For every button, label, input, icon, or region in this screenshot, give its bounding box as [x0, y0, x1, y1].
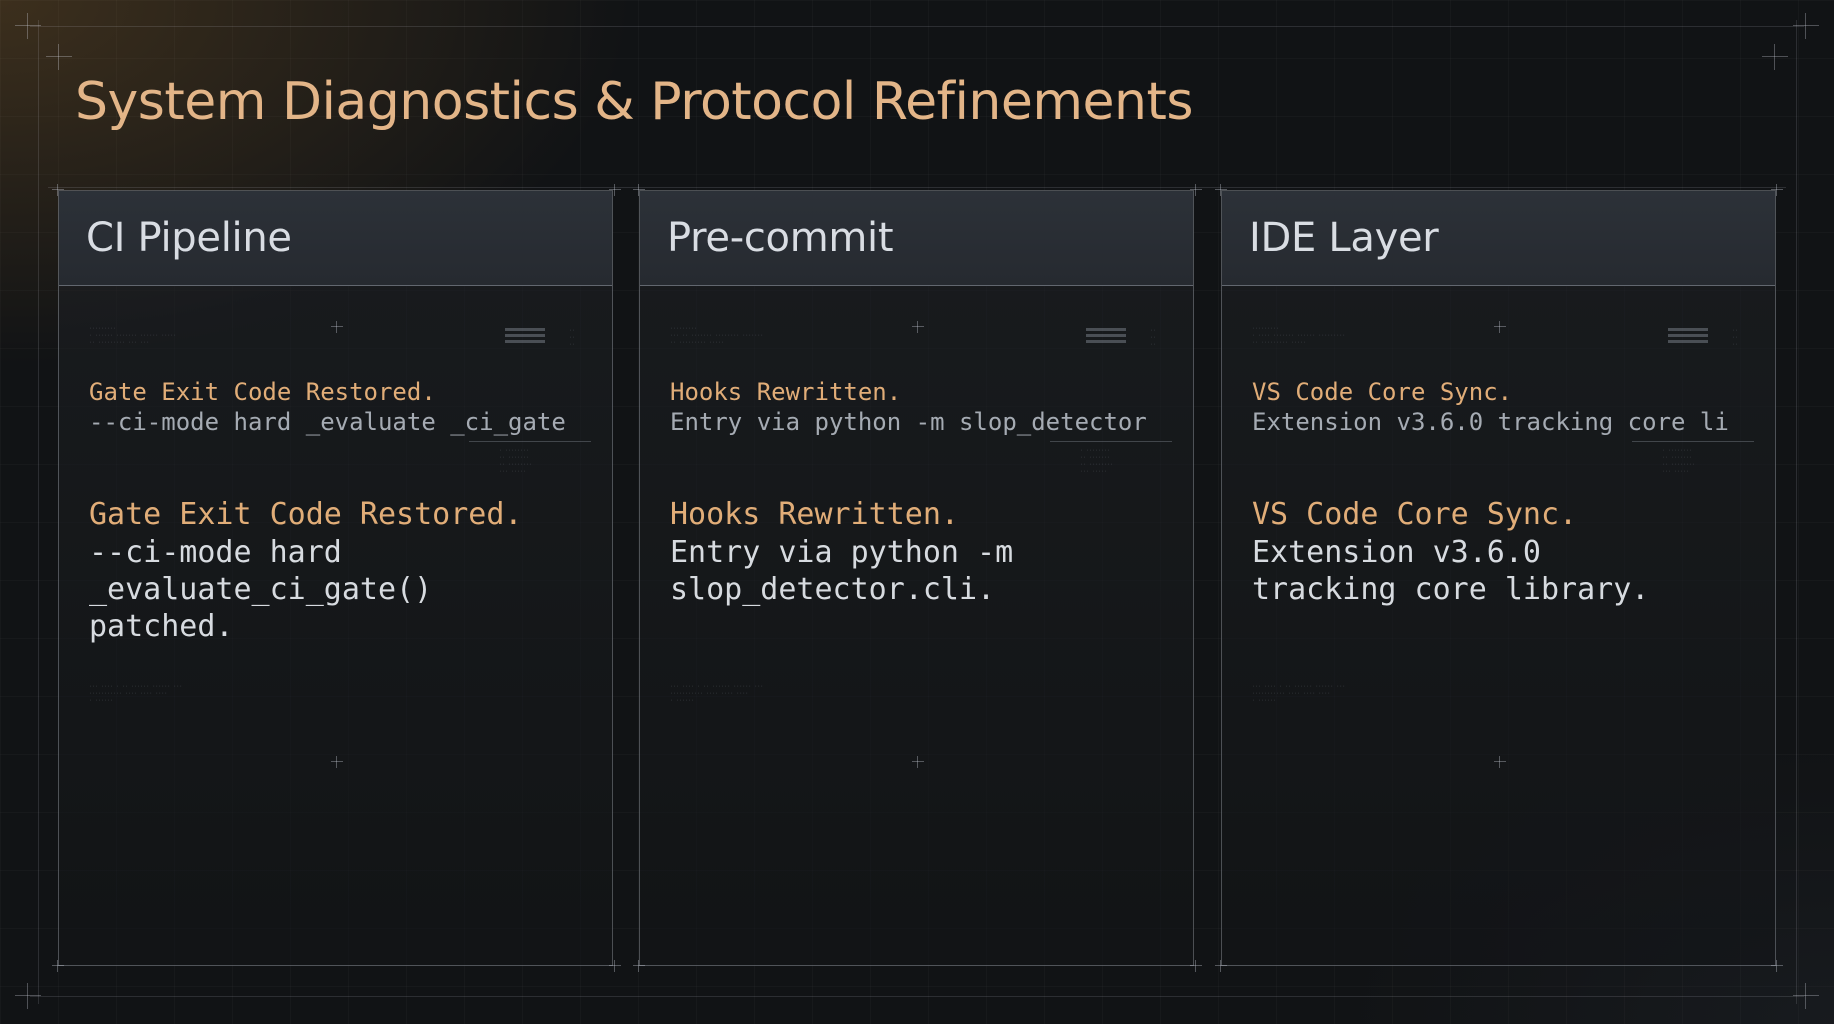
summary-title: Hooks Rewritten. — [670, 378, 902, 406]
detail-body: --ci-mode hard _evaluate_ci_gate() patch… — [89, 534, 589, 645]
minor-log-text: ·· ·· ·· — [569, 328, 576, 348]
panel-ci-pipeline: CI Pipeline ········· · ······ ······· ·… — [58, 190, 613, 966]
corner-cross-icon — [1793, 983, 1819, 1009]
minor-rule — [469, 441, 591, 442]
minor-log-text: ··· ···· · ·· ······ ······ ··· ········… — [89, 684, 183, 704]
minor-rule — [1050, 441, 1172, 442]
detail-title: VS Code Core Sync. — [1252, 497, 1578, 532]
panel-body: ········· · ······ ······· ······ ····· … — [59, 286, 612, 966]
panel-title: Pre-commit — [667, 215, 894, 261]
summary-subtitle: Entry via python -m slop_detector — [670, 408, 1147, 436]
detail-title: Gate Exit Code Restored. — [89, 497, 523, 532]
detail-line: tracking core library. — [1252, 572, 1650, 607]
grid-tick-icon — [1494, 756, 1506, 768]
corner-cross-icon — [15, 13, 41, 39]
panel-body: ········· · ···· ······· ······ ········… — [1222, 286, 1775, 966]
frame-line-inner-top — [48, 187, 1786, 188]
minor-log-text: ·· ·· ·· — [1732, 328, 1739, 348]
minor-log-text: · ········ ·· ······· ·· ········ ··· ··… — [1080, 448, 1114, 475]
panel-corner-tick-icon — [1215, 960, 1227, 972]
minor-rule — [1632, 441, 1754, 442]
minor-log-text: ··· ···· · ·· ······ ······ ··· ········… — [670, 684, 764, 704]
grid-tick-icon — [912, 321, 924, 333]
detail-line: patched. — [89, 609, 234, 644]
summary-subtitle: --ci-mode hard _evaluate _ci_gate — [89, 408, 566, 436]
panel-title: CI Pipeline — [86, 215, 292, 261]
panel-corner-tick-icon — [1215, 184, 1227, 196]
corner-cross-icon — [1762, 44, 1788, 70]
panel-corner-tick-icon — [1190, 960, 1202, 972]
detail-line: Extension v3.6.0 — [1252, 535, 1541, 570]
detail-body: Entry via python -m slop_detector.cli. — [670, 534, 1170, 608]
panel-corner-tick-icon — [609, 184, 621, 196]
panel-pre-commit: Pre-commit ········· ··· ·· ······· ····… — [639, 190, 1194, 966]
panel-corner-tick-icon — [1190, 184, 1202, 196]
panel-corner-tick-icon — [609, 960, 621, 972]
panel-corner-tick-icon — [633, 184, 645, 196]
summary-title: Gate Exit Code Restored. — [89, 378, 436, 406]
summary-title: VS Code Core Sync. — [1252, 378, 1513, 406]
summary-subtitle: Extension v3.6.0 tracking core li — [1252, 408, 1729, 436]
grid-tick-icon — [331, 756, 343, 768]
minor-log-bars — [1668, 328, 1708, 346]
panel-ide-layer: IDE Layer ········· · ···· ······· ·····… — [1221, 190, 1776, 966]
corner-cross-icon — [1793, 13, 1819, 39]
panel-corner-tick-icon — [52, 184, 64, 196]
panel-corner-tick-icon — [1771, 184, 1783, 196]
detail-line: Entry via python -m — [670, 535, 1014, 570]
frame-line-bottom — [30, 996, 1804, 997]
panel-corner-tick-icon — [633, 960, 645, 972]
minor-log-text: ·· ·· ·· — [1150, 328, 1157, 348]
panel-header: CI Pipeline — [59, 191, 612, 286]
panel-header: Pre-commit — [640, 191, 1193, 286]
detail-line: slop_detector.cli. — [670, 572, 996, 607]
panel-title: IDE Layer — [1249, 215, 1439, 261]
panel-body: ········· ··· ·· ······· ········ ······… — [640, 286, 1193, 966]
grid-tick-icon — [912, 756, 924, 768]
detail-line: _evaluate_ci_gate() — [89, 572, 433, 607]
detail-title: Hooks Rewritten. — [670, 497, 959, 532]
corner-cross-icon — [46, 44, 72, 70]
panel-header: IDE Layer — [1222, 191, 1775, 286]
minor-log-text: ········· · ···· ······· ······ ········… — [1252, 326, 1346, 346]
minor-log-bars — [1086, 328, 1126, 346]
detail-body: Extension v3.6.0 tracking core library. — [1252, 534, 1752, 608]
page-title: System Diagnostics & Protocol Refinement… — [75, 72, 1193, 132]
grid-tick-icon — [1494, 321, 1506, 333]
panel-corner-tick-icon — [52, 960, 64, 972]
frame-line-right — [1796, 20, 1797, 1004]
minor-log-text: ········· ··· ·· ······· ········ ······… — [670, 326, 764, 346]
detail-line: --ci-mode hard — [89, 535, 342, 570]
panel-corner-tick-icon — [1771, 960, 1783, 972]
minor-log-text: ········· · ······ ······· ······ ····· … — [89, 326, 177, 346]
minor-log-bars — [505, 328, 545, 346]
grid-tick-icon — [331, 321, 343, 333]
frame-line-top — [30, 26, 1804, 27]
minor-log-text: ··· ···· · ·· ······ ······ ··· ········… — [1252, 684, 1346, 704]
minor-log-text: · ········ ·· ······· ·· ········ ··· ··… — [1662, 448, 1696, 475]
minor-log-text: · ········ ·· ······· ·· ········ ··· ··… — [499, 448, 533, 475]
corner-cross-icon — [15, 983, 41, 1009]
frame-line-left — [38, 20, 39, 1004]
